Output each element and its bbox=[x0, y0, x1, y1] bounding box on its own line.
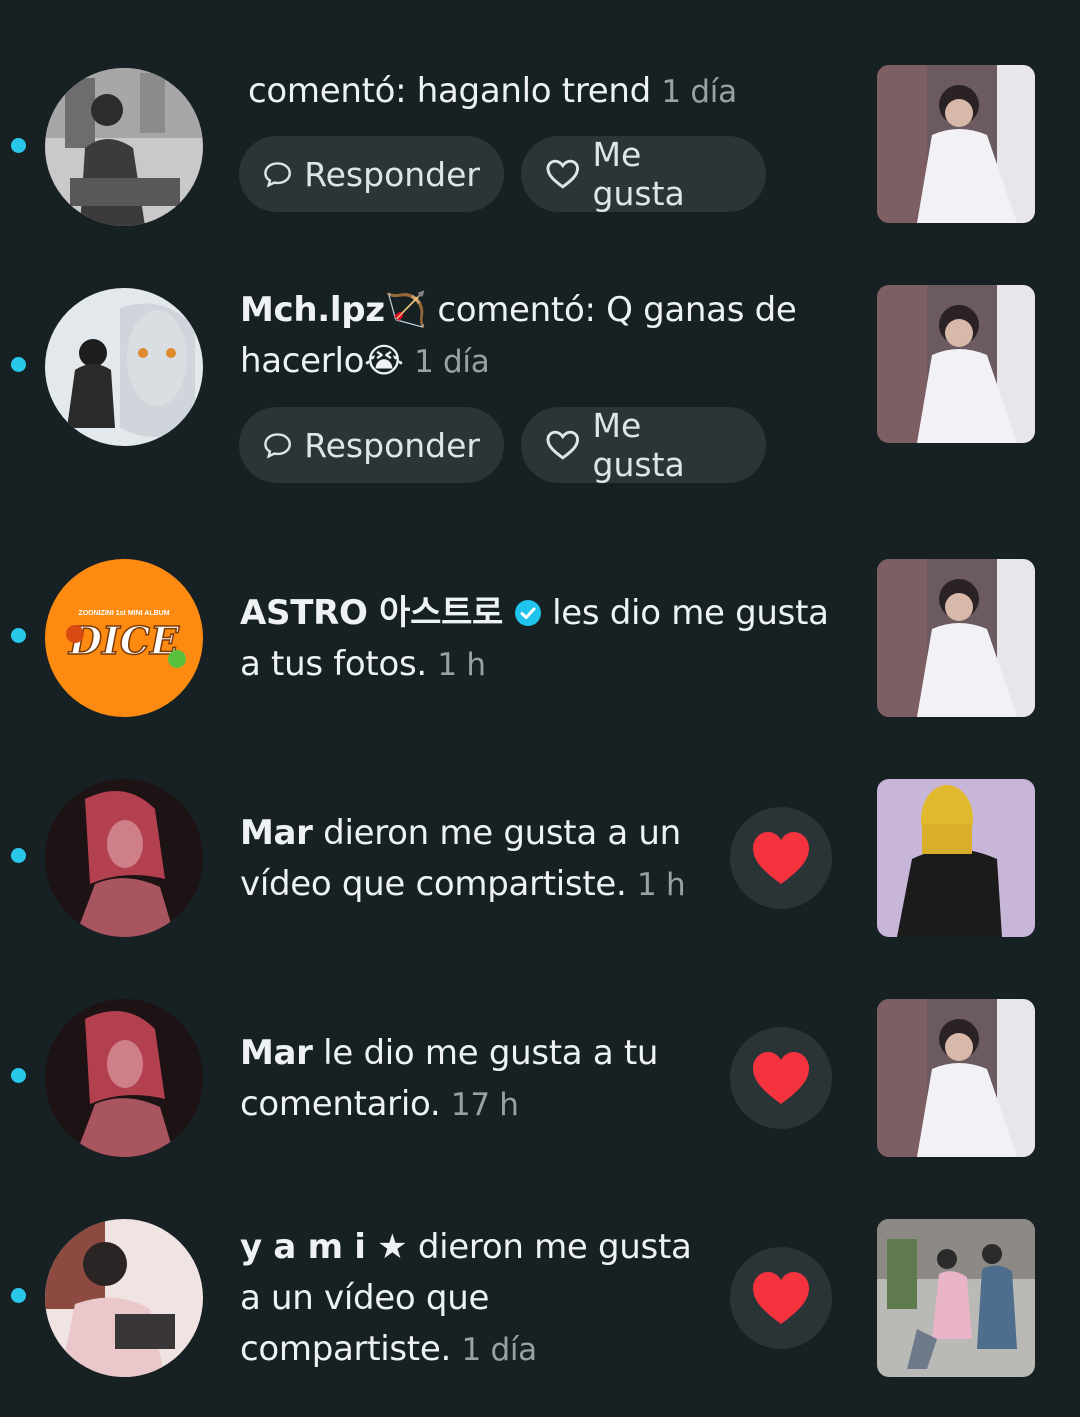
post-thumbnail[interactable] bbox=[877, 285, 1035, 443]
notification-text: Mar dieron me gusta a un vídeo que compa… bbox=[240, 813, 686, 904]
notification-text: comentó: haganlo trend 1 día bbox=[248, 71, 737, 111]
unread-dot bbox=[11, 357, 26, 372]
like-button[interactable]: Me gusta bbox=[521, 406, 766, 484]
avatar[interactable] bbox=[45, 288, 203, 446]
post-thumbnail[interactable] bbox=[877, 999, 1035, 1157]
post-thumbnail[interactable] bbox=[877, 559, 1035, 717]
notification-text: ASTRO 아스트로 les dio me gusta a tus fotos.… bbox=[240, 593, 829, 684]
avatar[interactable] bbox=[45, 999, 203, 1157]
heart-icon bbox=[753, 832, 809, 884]
avatar-logo: DICE bbox=[68, 618, 180, 663]
unread-dot bbox=[11, 628, 26, 643]
reply-button[interactable]: Responder bbox=[239, 407, 504, 483]
username: Mar bbox=[240, 1033, 313, 1073]
speech-bubble-icon bbox=[264, 162, 291, 188]
timestamp: 1 día bbox=[661, 74, 737, 110]
username: Mar bbox=[240, 813, 313, 853]
action-row: Responder Me gusta bbox=[239, 406, 766, 484]
timestamp: 1 h bbox=[637, 867, 686, 903]
timestamp: 17 h bbox=[450, 1087, 519, 1123]
heart-icon bbox=[753, 1272, 809, 1324]
verified-badge-icon bbox=[514, 600, 541, 626]
notification-text: y a m i ★ dieron me gusta a un vídeo que… bbox=[240, 1227, 692, 1369]
post-thumbnail[interactable] bbox=[877, 1219, 1035, 1377]
timestamp: 1 día bbox=[414, 344, 490, 380]
heart-outline-icon bbox=[546, 159, 580, 189]
unread-dot bbox=[11, 1068, 26, 1083]
heart-outline-icon bbox=[546, 430, 580, 460]
avatar[interactable]: ZOONIZINI 1st MINI ALBUM DICE bbox=[45, 559, 203, 717]
username: Mch.lpz🏹 bbox=[240, 290, 427, 330]
avatar[interactable] bbox=[45, 68, 203, 226]
heart-icon bbox=[753, 1052, 809, 1104]
post-thumbnail[interactable] bbox=[877, 779, 1035, 937]
unread-dot bbox=[11, 1288, 26, 1303]
avatar-caption: ZOONIZINI 1st MINI ALBUM bbox=[78, 610, 169, 617]
timestamp: 1 día bbox=[461, 1332, 537, 1368]
speech-bubble-icon bbox=[264, 433, 291, 459]
notification-text: Mar le dio me gusta a tu comentario. 17 … bbox=[240, 1033, 659, 1124]
timestamp: 1 h bbox=[437, 647, 486, 683]
avatar[interactable] bbox=[45, 779, 203, 937]
unread-dot bbox=[11, 848, 26, 863]
username: ASTRO 아스트로 bbox=[240, 593, 504, 633]
action-row: Responder Me gusta bbox=[239, 135, 766, 213]
notification-text: Mch.lpz🏹 comentó: Q ganas de hacerlo😭 1 … bbox=[240, 290, 797, 381]
reply-button[interactable]: Responder bbox=[239, 136, 504, 212]
liked-heart-button[interactable] bbox=[730, 1247, 832, 1349]
unread-dot bbox=[11, 138, 26, 153]
like-button[interactable]: Me gusta bbox=[521, 135, 766, 213]
post-thumbnail[interactable] bbox=[877, 65, 1035, 223]
username: y a m i ★ bbox=[240, 1227, 408, 1267]
avatar[interactable] bbox=[45, 1219, 203, 1377]
liked-heart-button[interactable] bbox=[730, 1027, 832, 1129]
liked-heart-button[interactable] bbox=[730, 807, 832, 909]
